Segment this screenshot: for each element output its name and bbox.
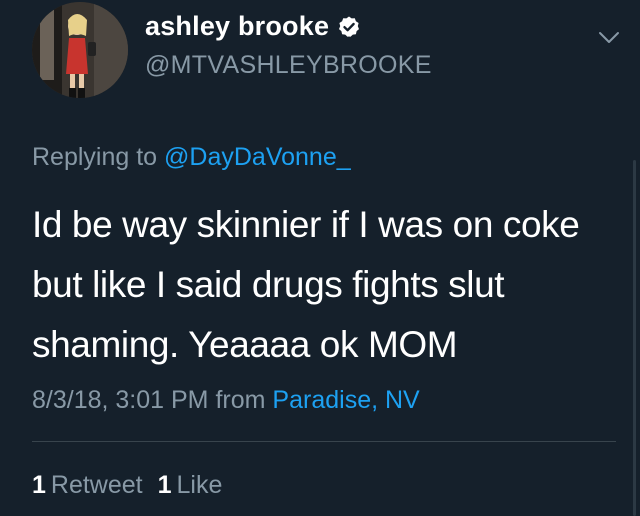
reply-mention-link[interactable]: @DayDaVonne_ — [164, 143, 351, 171]
retweet-label: Retweet — [50, 471, 143, 499]
tweet-stats: 1 Retweet 1 Like — [32, 471, 222, 500]
like-count: 1 — [157, 471, 172, 499]
replying-to: Replying to @DayDaVonne_ — [32, 143, 351, 172]
user-handle[interactable]: @MTVASHLEYBROOKE — [145, 51, 432, 80]
avatar-image — [32, 2, 128, 98]
tweet-header: ashley brooke @MTVASHLEYBROOKE — [32, 2, 622, 98]
divider — [32, 441, 616, 442]
from-label: from — [215, 386, 266, 414]
verified-badge-icon — [337, 15, 361, 39]
tweet-meta: 8/3/18, 3:01 PM from Paradise, NV — [32, 386, 420, 415]
display-name-row: ashley brooke — [145, 11, 432, 42]
retweet-stat[interactable]: 1 Retweet — [32, 471, 143, 500]
retweet-count: 1 — [32, 471, 46, 499]
location-link[interactable]: Paradise, NV — [272, 386, 419, 414]
chevron-down-icon[interactable] — [596, 24, 622, 50]
user-names[interactable]: ashley brooke @MTVASHLEYBROOKE — [145, 11, 432, 80]
tweet-text-line: shaming. Yeaaaa ok MOM — [32, 324, 458, 365]
scrollbar[interactable] — [633, 160, 636, 516]
tweet-text-line: but like I said drugs fights slut — [32, 264, 505, 305]
like-stat[interactable]: 1 Like — [158, 471, 223, 500]
tweet-detail: ashley brooke @MTVASHLEYBROOKE Replying … — [0, 0, 640, 516]
tweet-timestamp[interactable]: 8/3/18, 3:01 PM — [32, 386, 209, 414]
like-label: Like — [176, 471, 223, 499]
tweet-text: Id be way skinnier if I was on coke but … — [32, 195, 617, 375]
tweet-text-line: Id be way skinnier if I was on coke — [32, 204, 580, 245]
avatar[interactable] — [32, 2, 128, 98]
replying-to-label: Replying to — [32, 143, 158, 171]
display-name[interactable]: ashley brooke — [145, 11, 329, 42]
